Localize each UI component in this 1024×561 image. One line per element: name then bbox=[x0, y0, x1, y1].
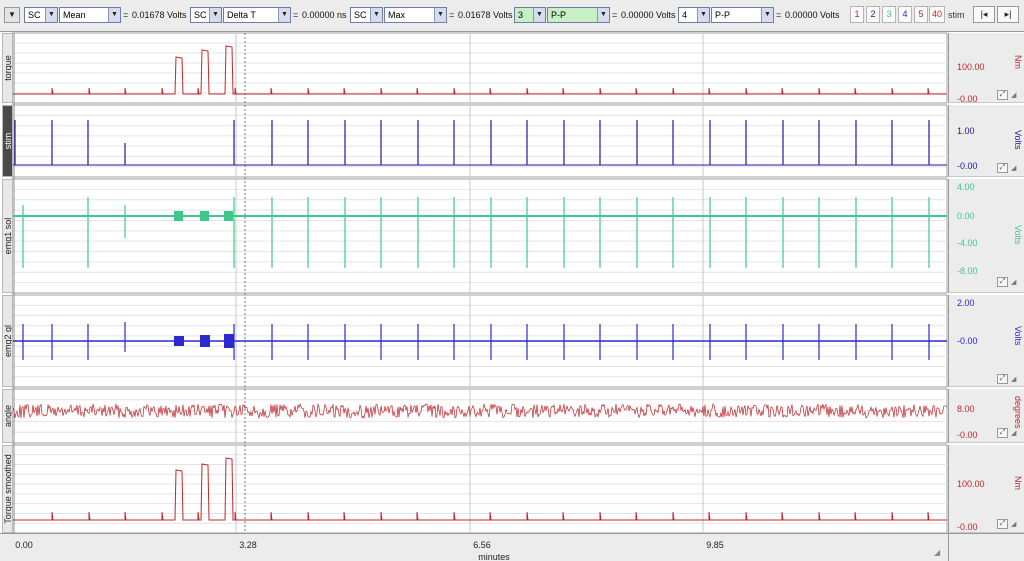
resize-icon[interactable]: ◢ bbox=[1011, 278, 1016, 286]
plot-panel-bg bbox=[11, 178, 948, 294]
autoscale-icon[interactable]: ⤢ bbox=[997, 277, 1008, 287]
axis-panel[interactable]: 8.00 -0.00 degrees ⤢ ◢ bbox=[948, 389, 1024, 443]
channel-name: stim bbox=[2, 132, 13, 150]
axis-tick-label: -0.00 bbox=[957, 94, 978, 104]
time-axis-unit: minutes bbox=[478, 552, 510, 561]
chart-view[interactable] bbox=[0, 0, 1024, 561]
axis-tick-label: -0.00 bbox=[957, 522, 978, 532]
channel-name: emg1 sol bbox=[2, 217, 13, 255]
axis-tick-label: 2.00 bbox=[957, 298, 975, 308]
channel-tab-torque-smoothed[interactable]: Torque smoothed bbox=[2, 445, 13, 533]
channel-tab-angle[interactable]: angle bbox=[2, 389, 13, 443]
autoscale-icon[interactable]: ⤢ bbox=[997, 163, 1008, 173]
emg1-burst bbox=[174, 211, 183, 221]
axis-corner bbox=[948, 533, 1024, 561]
axis-unit-label: Volts bbox=[1013, 326, 1023, 346]
axis-panel[interactable]: 1.00 -0.00 Volts ⤢ ◢ bbox=[948, 105, 1024, 177]
axis-unit-label: Nm bbox=[1013, 476, 1023, 490]
emg2-burst bbox=[200, 335, 210, 347]
axis-tick-label: 8.00 bbox=[957, 404, 975, 414]
axis-tick-label: 1.00 bbox=[957, 126, 975, 136]
resize-icon[interactable]: ◢ bbox=[1011, 429, 1016, 437]
channel-name: angle bbox=[2, 404, 13, 428]
axis-tick-label: 4.00 bbox=[957, 182, 975, 192]
time-axis: 0.00 3.28 6.56 9.85 minutes ◢ bbox=[12, 533, 948, 561]
channel-tab-stim[interactable]: stim bbox=[2, 105, 13, 177]
axis-panel[interactable]: 4.00 0.00 -4.00 -8.00 Volts ⤢ ◢ bbox=[948, 179, 1024, 293]
channel-tab-emg2-gl[interactable]: emg2 gl bbox=[2, 295, 13, 387]
axis-unit-label: degrees bbox=[1013, 396, 1023, 429]
time-tick-label: 3.28 bbox=[239, 540, 257, 550]
channel-name: Torque smoothed bbox=[2, 454, 13, 524]
axis-panel[interactable]: 2.00 -0.00 Volts ⤢ ◢ bbox=[948, 295, 1024, 387]
time-tick-label: 6.56 bbox=[473, 540, 491, 550]
channel-tab-torque[interactable]: torque bbox=[2, 33, 13, 103]
resize-icon[interactable]: ◢ bbox=[1011, 520, 1016, 528]
emg2-burst bbox=[174, 336, 184, 346]
emg2-burst bbox=[224, 334, 234, 348]
axis-tick-label: -0.00 bbox=[957, 161, 978, 171]
resize-icon[interactable]: ◢ bbox=[1011, 91, 1016, 99]
channel-name: torque bbox=[2, 55, 13, 81]
channel-name: emg2 gl bbox=[2, 324, 13, 358]
autoscale-icon[interactable]: ⤢ bbox=[997, 374, 1008, 384]
axis-unit-label: Volts bbox=[1013, 130, 1023, 150]
autoscale-icon[interactable]: ⤢ bbox=[997, 519, 1008, 529]
axis-tick-label: 0.00 bbox=[957, 211, 975, 221]
axis-tick-label: 100.00 bbox=[957, 479, 985, 489]
plot-panel-bg bbox=[11, 104, 948, 178]
axis-tick-label: -0.00 bbox=[957, 430, 978, 440]
time-tick-label: 0.00 bbox=[15, 540, 33, 550]
axis-unit-label: Nm bbox=[1013, 55, 1023, 69]
emg1-burst bbox=[224, 211, 233, 221]
time-axis-left-strip bbox=[0, 533, 12, 561]
time-tick-label: 9.85 bbox=[706, 540, 724, 550]
resize-grip-icon[interactable]: ◢ bbox=[934, 548, 944, 558]
autoscale-icon[interactable]: ⤢ bbox=[997, 90, 1008, 100]
channel-tab-emg1-sol[interactable]: emg1 sol bbox=[2, 179, 13, 293]
resize-icon[interactable]: ◢ bbox=[1011, 164, 1016, 172]
axis-panel[interactable]: 100.00 -0.00 Nm ⤢ ◢ bbox=[948, 445, 1024, 533]
axis-unit-label: Volts bbox=[1013, 225, 1023, 245]
emg1-burst bbox=[200, 211, 209, 221]
axis-tick-label: -4.00 bbox=[957, 238, 978, 248]
resize-icon[interactable]: ◢ bbox=[1011, 375, 1016, 383]
axis-panel[interactable]: 100.00 -0.00 Nm ⤢ ◢ bbox=[948, 33, 1024, 104]
axis-tick-label: -8.00 bbox=[957, 266, 978, 276]
autoscale-icon[interactable]: ⤢ bbox=[997, 428, 1008, 438]
plot-panel-bg bbox=[11, 388, 948, 444]
axis-tick-label: -0.00 bbox=[957, 336, 978, 346]
axis-tick-label: 100.00 bbox=[957, 62, 985, 72]
